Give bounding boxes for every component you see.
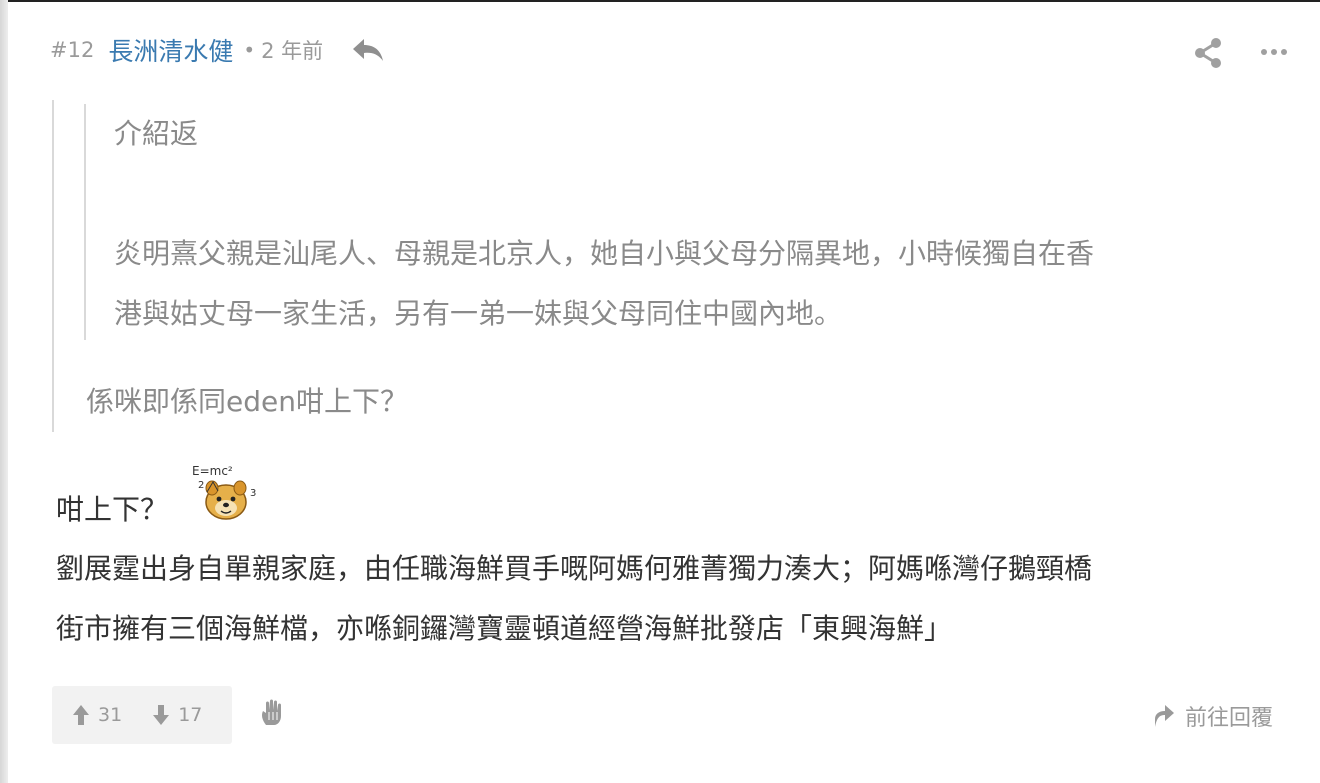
page: #12 長洲清水健 • 2 年前 介紹返 炎明熹父親是汕尾人、母親是北京人，她自…: [0, 0, 1320, 783]
window-left-edge: [0, 0, 8, 783]
upvote-icon: [72, 704, 90, 726]
floor-number: #12: [50, 38, 95, 62]
more-icon[interactable]: [1260, 40, 1288, 64]
quote-inner: 介紹返 炎明熹父親是汕尾人、母親是北京人，她自小與父母分隔異地，小時候獨自在香 …: [84, 104, 1236, 340]
forward-icon: [1151, 703, 1175, 729]
goto-reply-label: 前往回覆: [1185, 706, 1274, 731]
quote-inner-line: 炎明熹父親是汕尾人、母親是北京人，她自小與父母分隔異地，小時候獨自在香: [114, 237, 1095, 270]
goto-reply-link[interactable]: 前往回覆: [1151, 700, 1273, 732]
separator-dot: •: [243, 38, 256, 62]
svg-text:3: 3: [250, 488, 256, 499]
reply-icon[interactable]: [351, 37, 385, 63]
comment-body-line: 劉展霆出身自單親家庭，由任職海鮮買手嘅阿媽何雅菁獨力湊大；阿媽喺灣仔鵝頸橋: [56, 552, 1093, 585]
quote-inner-line: 港與姑丈母一家生活，另有一弟一妹與父母同住中國內地。: [114, 297, 843, 330]
comment-post: #12 長洲清水健 • 2 年前 介紹返 炎明熹父親是汕尾人、母親是北京人，她自…: [30, 0, 1320, 783]
author-name[interactable]: 長洲清水健: [108, 32, 233, 68]
hand-icon[interactable]: [258, 698, 288, 728]
comment-body-line: 咁上下？: [56, 493, 169, 526]
downvote-icon: [152, 704, 170, 726]
quote-inner-line: 介紹返: [114, 117, 199, 150]
vote-bar: 31 17: [52, 686, 232, 744]
emoji-formula: E=mc²: [192, 464, 233, 478]
einstein-dog-emoji: E=mc² 3 2: [192, 462, 258, 524]
upvote-count: 31: [98, 704, 123, 726]
comment-body-line: 街市擁有三個海鮮檔，亦喺銅鑼灣寶靈頓道經營海鮮批發店「東興海鮮」: [56, 612, 953, 645]
downvote-count: 17: [178, 704, 203, 726]
upvote-button[interactable]: 31: [72, 704, 122, 726]
downvote-button[interactable]: 17: [152, 704, 202, 726]
quote-outer-line: 係咪即係同eden咁上下？: [86, 385, 408, 418]
share-icon[interactable]: [1193, 37, 1223, 69]
svg-text:2: 2: [198, 480, 204, 491]
comment-header: #12 長洲清水健 • 2 年前: [50, 30, 385, 70]
quote-outer: 介紹返 炎明熹父親是汕尾人、母親是北京人，她自小與父母分隔異地，小時候獨自在香 …: [52, 100, 1254, 432]
post-time: 2 年前: [261, 39, 324, 63]
